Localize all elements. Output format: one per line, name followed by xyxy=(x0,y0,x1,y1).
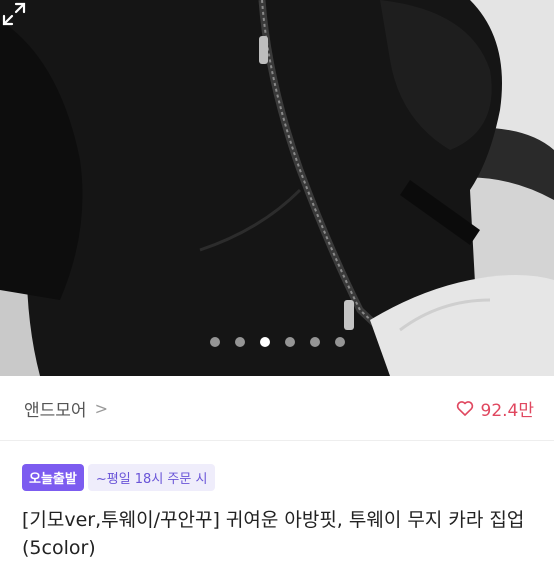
carousel-indicator xyxy=(0,336,554,348)
carousel-dot[interactable] xyxy=(309,337,320,347)
heart-outline-icon xyxy=(456,401,473,416)
expand-icon[interactable] xyxy=(0,0,28,28)
like-count: 92.4만 xyxy=(480,400,535,421)
chevron-right-icon: > xyxy=(94,398,108,418)
seller-row: 앤드모어 > 92.4만 xyxy=(0,376,554,440)
carousel-dot[interactable] xyxy=(234,337,245,347)
divider xyxy=(0,440,554,441)
seller-link[interactable]: 앤드모어 > xyxy=(24,396,108,421)
carousel-dot[interactable] xyxy=(284,337,295,347)
today-shipping-badge: 오늘출발 xyxy=(22,464,84,491)
like-button[interactable]: 92.4만 xyxy=(455,396,535,421)
hoodie-photo xyxy=(0,0,554,376)
carousel-dot[interactable] xyxy=(334,337,345,347)
shipping-badges: 오늘출발 ~평일 18시 주문 시 xyxy=(22,464,216,491)
product-image[interactable] xyxy=(0,0,554,376)
carousel-dot-active[interactable] xyxy=(259,337,270,347)
seller-name: 앤드모어 xyxy=(24,400,87,421)
carousel-dot[interactable] xyxy=(209,337,220,347)
order-deadline-badge: ~평일 18시 주문 시 xyxy=(87,464,216,491)
